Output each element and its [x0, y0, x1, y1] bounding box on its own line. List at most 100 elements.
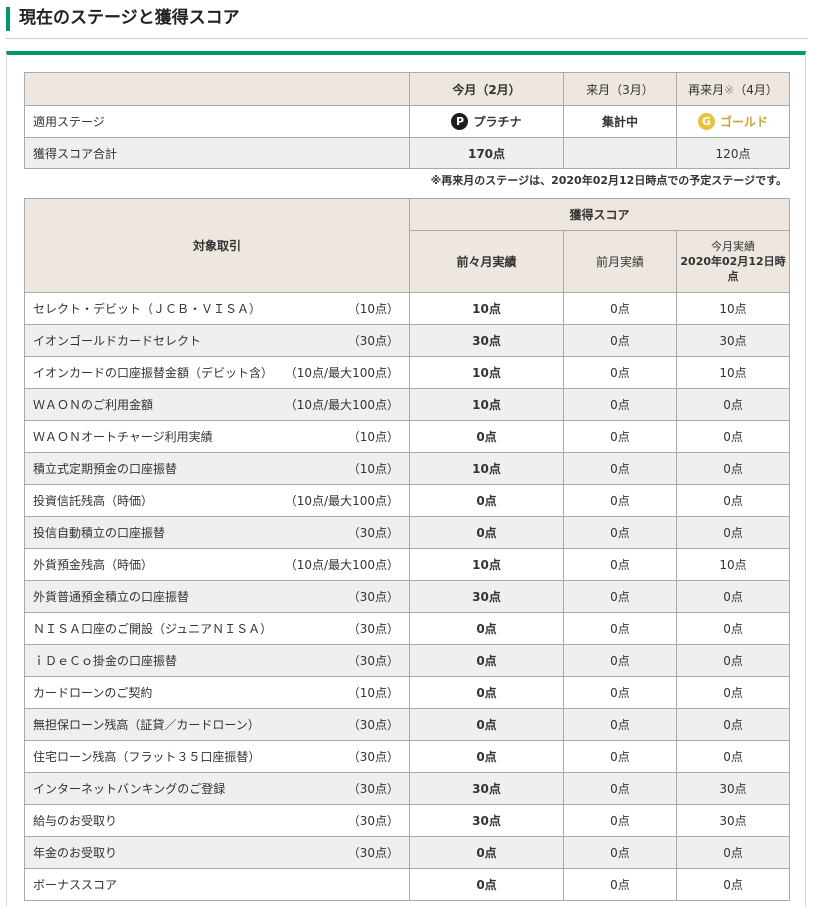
score-two-months-ago: 0点 — [409, 612, 564, 645]
score-last-month: 0点 — [563, 868, 677, 901]
item-points: （30点） — [347, 622, 399, 636]
table-row: ボーナススコア 0点 0点 0点 — [24, 868, 791, 901]
item-cell: 積立式定期預金の口座振替 （10点） — [24, 452, 410, 485]
score-two-months-ago: 10点 — [409, 292, 564, 325]
item-name: 投資信託残高（時価） — [33, 494, 154, 508]
table-row: ＷＡＯＮオートチャージ利用実績 （10点） 0点 0点 0点 — [24, 420, 791, 453]
item-points: （30点） — [347, 782, 399, 796]
score-rows: セレクト・デビット（ＪＣＢ・ＶＩＳＡ） （10点） 10点 0点 10点 イオンゴールドカ… — [24, 292, 791, 901]
col-month-after-label: 再来月 — [688, 82, 725, 97]
score-this-month: 0点 — [675, 740, 791, 773]
score-last-month: 0点 — [563, 644, 677, 677]
item-points: （30点） — [347, 718, 399, 732]
table-row: 無担保ローン残高（証貸／カードローン） （30点） 0点 0点 0点 — [24, 708, 791, 741]
score-two-months-ago: 30点 — [409, 580, 564, 613]
score-panel: 今月（2月） 来月（3月） 再来月※（4月） 適用ステージ P プラチナ 集計中 … — [6, 51, 806, 907]
item-name: 投信自動積立の口座振替 — [33, 526, 166, 540]
score-last-month: 0点 — [563, 612, 677, 645]
score-this-month: 30点 — [675, 324, 791, 357]
col-group-score: 獲得スコア — [408, 198, 791, 231]
score-two-months-ago: 30点 — [409, 772, 564, 805]
stage-this-month-cell: P プラチナ — [409, 105, 564, 138]
score-this-month: 30点 — [675, 772, 791, 805]
score-last-month: 0点 — [563, 356, 677, 389]
score-this-month: 0点 — [675, 612, 791, 645]
stage-header-blank — [24, 72, 410, 106]
score-two-months-ago: 0点 — [409, 740, 564, 773]
score-two-months-ago: 0点 — [409, 644, 564, 677]
col-last-month: 前月実績 — [563, 230, 677, 293]
table-row: 住宅ローン残高（フラット３５口座振替） （30点） 0点 0点 0点 — [24, 740, 791, 773]
item-cell: 投信自動積立の口座振替 （30点） — [24, 516, 410, 549]
score-this-month: 30点 — [675, 804, 791, 837]
stage-table: 今月（2月） 来月（3月） 再来月※（4月） 適用ステージ P プラチナ 集計中 … — [24, 72, 790, 169]
item-points: （30点） — [347, 526, 399, 540]
score-last-month: 0点 — [563, 676, 677, 709]
item-cell: ｉＤｅＣｏ掛金の口座振替 （30点） — [24, 644, 410, 677]
score-last-month: 0点 — [563, 804, 677, 837]
score-last-month: 0点 — [563, 484, 677, 517]
table-row: 外貨普通預金積立の口座振替 （30点） 30点 0点 0点 — [24, 580, 791, 613]
stage-month-after-cell: G ゴールド — [676, 105, 790, 138]
table-row: ＮＩＳＡ口座のご開設（ジュニアＮＩＳＡ） （30点） 0点 0点 0点 — [24, 612, 791, 645]
score-this-month: 0点 — [675, 580, 791, 613]
score-two-months-ago: 10点 — [409, 548, 564, 581]
item-name: セレクト・デビット（ＪＣＢ・ＶＩＳＡ） — [33, 302, 262, 316]
item-points: （30点） — [347, 814, 399, 828]
item-points: （30点） — [347, 590, 399, 604]
score-two-months-ago: 10点 — [409, 388, 564, 421]
score-this-month: 0点 — [675, 388, 791, 421]
score-total-month-after: 120点 — [676, 137, 790, 169]
score-two-months-ago: 0点 — [409, 676, 564, 709]
item-name: 住宅ローン残高（フラット３５口座振替） — [33, 750, 261, 764]
score-this-month: 0点 — [675, 420, 791, 453]
item-points: （10点） — [347, 686, 399, 700]
item-name: イオンカードの口座振替金額（デビット含） — [33, 366, 274, 380]
score-total-label: 獲得スコア合計 — [24, 137, 410, 169]
table-row: ｉＤｅＣｏ掛金の口座振替 （30点） 0点 0点 0点 — [24, 644, 791, 677]
item-cell: インターネットバンキングのご登録 （30点） — [24, 772, 410, 805]
page-header: 現在のステージと獲得スコア — [0, 0, 814, 40]
score-last-month: 0点 — [563, 516, 677, 549]
stage-next-month: 集計中 — [563, 105, 677, 138]
col-this-month-result: 今月実績 2020年02月12日時 点 — [675, 230, 791, 293]
score-this-month: 0点 — [675, 868, 791, 901]
score-this-month: 0点 — [675, 676, 791, 709]
score-last-month: 0点 — [563, 740, 677, 773]
item-name: 年金のお受取り — [33, 846, 118, 860]
table-row: 投信自動積立の口座振替 （30点） 0点 0点 0点 — [24, 516, 791, 549]
item-cell: 外貨預金残高（時価） （10点/最大100点） — [24, 548, 410, 581]
score-last-month: 0点 — [563, 580, 677, 613]
col-this-month-line3: 点 — [727, 270, 739, 283]
table-row: イオンゴールドカードセレクト （30点） 30点 0点 30点 — [24, 324, 791, 357]
item-points: （30点） — [347, 846, 399, 860]
score-two-months-ago: 30点 — [409, 324, 564, 357]
item-points: （30点） — [347, 750, 399, 764]
score-two-months-ago: 0点 — [409, 420, 564, 453]
col-this-month-line2: 2020年02月12日時 — [680, 255, 786, 268]
score-last-month: 0点 — [563, 548, 677, 581]
item-cell: 住宅ローン残高（フラット３５口座振替） （30点） — [24, 740, 410, 773]
score-two-months-ago: 30点 — [409, 804, 564, 837]
score-this-month: 0点 — [675, 644, 791, 677]
score-two-months-ago: 0点 — [409, 484, 564, 517]
item-cell: カードローンのご契約 （10点） — [24, 676, 410, 709]
item-cell: ＷＡＯＮオートチャージ利用実績 （10点） — [24, 420, 410, 453]
score-last-month: 0点 — [563, 452, 677, 485]
item-cell: 給与のお受取り （30点） — [24, 804, 410, 837]
score-this-month: 10点 — [675, 292, 791, 325]
title-accent-bar — [6, 7, 10, 31]
item-points: （10点） — [347, 462, 399, 476]
item-name: 積立式定期預金の口座振替 — [33, 462, 178, 476]
col-this-month-line1: 今月実績 — [711, 240, 756, 253]
item-cell: 年金のお受取り （30点） — [24, 836, 410, 869]
item-cell: 無担保ローン残高（証貸／カードローン） （30点） — [24, 708, 410, 741]
item-cell: 外貨普通預金積立の口座振替 （30点） — [24, 580, 410, 613]
table-row: カードローンのご契約 （10点） 0点 0点 0点 — [24, 676, 791, 709]
item-name: 外貨預金残高（時価） — [33, 558, 154, 572]
item-name: 給与のお受取り — [33, 814, 118, 828]
col-two-months-ago: 前々月実績 — [409, 230, 564, 293]
score-this-month: 0点 — [675, 484, 791, 517]
score-table: 対象取引 獲得スコア 前々月実績 前月実績 今月実績 2020年02月12日時 … — [24, 198, 791, 901]
col-item: 対象取引 — [24, 198, 410, 293]
